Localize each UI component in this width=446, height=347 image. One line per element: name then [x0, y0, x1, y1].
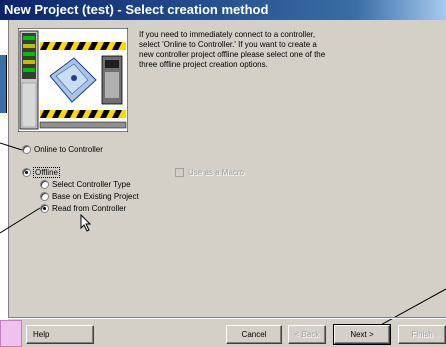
back-button[interactable]: < Back: [288, 325, 326, 344]
next-button[interactable]: Next >: [333, 324, 391, 345]
annotation-highlight: [0, 320, 22, 347]
help-button[interactable]: Help: [26, 325, 94, 344]
annotation-line-next: [376, 288, 446, 328]
cancel-button[interactable]: Cancel: [226, 325, 282, 344]
button-separator: [8, 317, 446, 319]
annotation-line-online: [0, 142, 23, 151]
annotation-lines: [0, 142, 446, 328]
finish-button[interactable]: Finish: [398, 325, 446, 344]
annotation-line-read: [0, 207, 41, 234]
